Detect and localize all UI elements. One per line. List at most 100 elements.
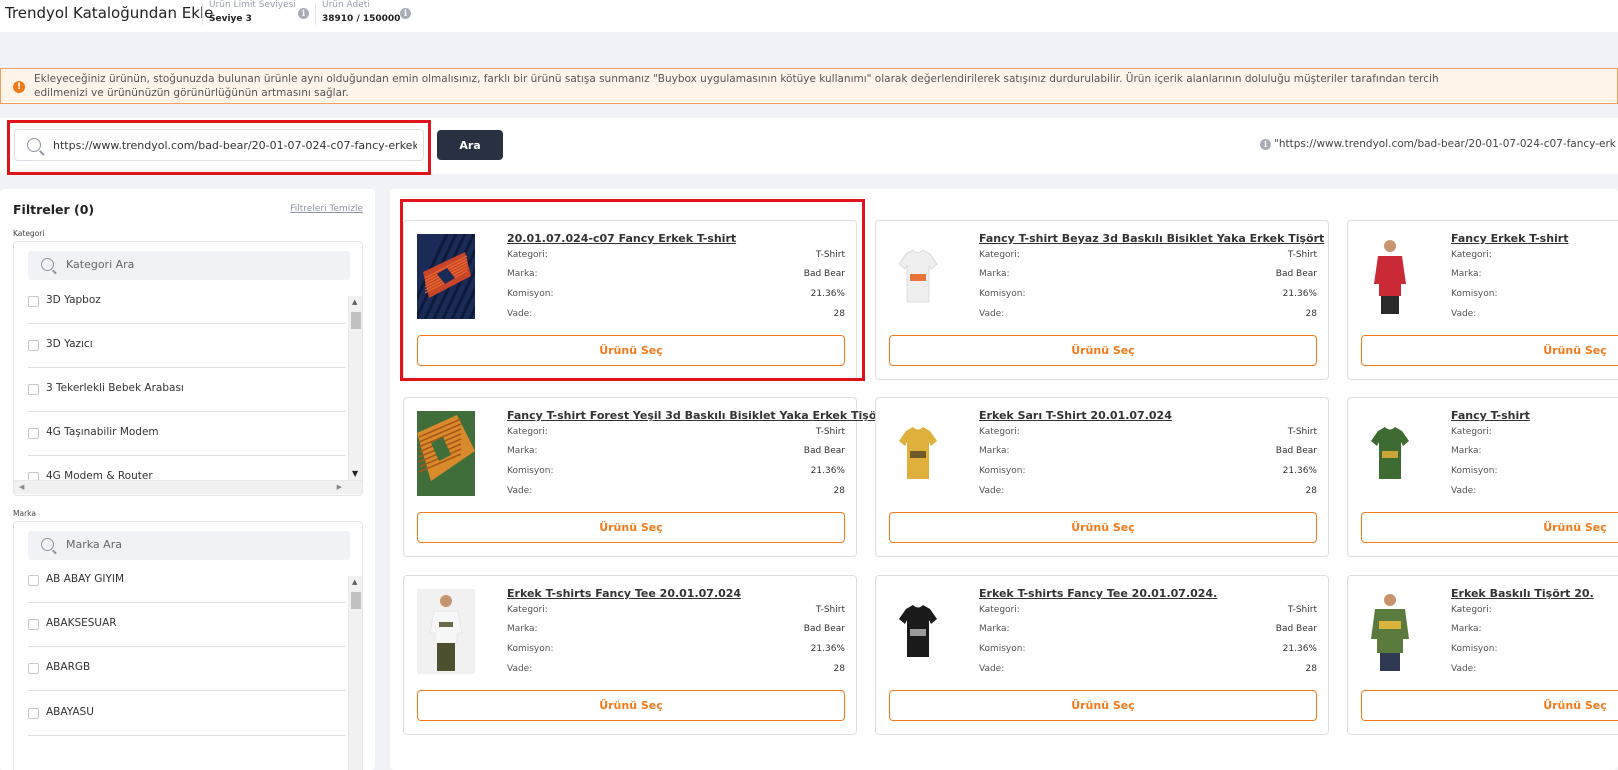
product-name-link[interactable]: Fancy T-shirt xyxy=(1451,409,1530,422)
category-row: Kategori: T-Shirt xyxy=(979,250,1317,264)
product-image[interactable] xyxy=(417,411,475,496)
brand-scrollbar[interactable]: ▲ xyxy=(348,576,362,770)
scroll-right-icon[interactable]: ▶ xyxy=(337,483,342,491)
brand-value: Bad Bear xyxy=(1275,446,1317,456)
category-option[interactable]: 4G Taşınabilir Modem xyxy=(28,412,346,456)
category-option[interactable]: 4G Modem & Router xyxy=(28,456,346,480)
select-product-button[interactable]: Ürünü Seç xyxy=(889,512,1317,543)
checkbox[interactable] xyxy=(28,619,39,630)
category-hscrollbar[interactable]: ◀ ▶ xyxy=(14,480,362,494)
select-product-button[interactable]: Ürünü Seç xyxy=(889,335,1317,366)
clear-filters-link[interactable]: Filtreleri Temizle xyxy=(290,204,363,214)
select-product-button[interactable]: Ürünü Seç xyxy=(1361,335,1618,366)
category-row: Kategori: T-Shirt xyxy=(979,427,1317,441)
term-row: Vade: xyxy=(1451,309,1618,323)
product-name-link[interactable]: Erkek T-shirts Fancy Tee 20.01.07.024 xyxy=(507,587,741,600)
brand-label: Marka xyxy=(13,509,36,518)
checkbox[interactable] xyxy=(28,340,39,351)
brand-option[interactable]: ABAKSESUAR xyxy=(28,603,346,647)
option-label: 3D Yapboz xyxy=(46,294,101,306)
checkbox[interactable] xyxy=(28,384,39,395)
select-product-button[interactable]: Ürünü Seç xyxy=(1361,690,1618,721)
category-key: Kategori: xyxy=(1451,605,1492,615)
product-image[interactable] xyxy=(889,589,947,674)
category-key: Kategori: xyxy=(1451,427,1492,437)
product-image[interactable] xyxy=(1361,589,1419,674)
category-search[interactable]: Kategori Ara xyxy=(28,251,350,280)
commission-key: Komisyon: xyxy=(979,466,1026,476)
term-value: 28 xyxy=(833,309,845,319)
checkbox[interactable] xyxy=(28,296,39,307)
checkbox[interactable] xyxy=(28,428,39,439)
term-key: Vade: xyxy=(979,486,1005,496)
select-product-button[interactable]: Ürünü Seç xyxy=(1361,512,1618,543)
scroll-down-icon[interactable]: ▼ xyxy=(352,469,358,478)
search-button[interactable]: Ara xyxy=(437,130,503,160)
product-card: Fancy Erkek T-shirt Kategori: Marka: Kom… xyxy=(1347,220,1618,380)
commission-key: Komisyon: xyxy=(979,644,1026,654)
select-product-button[interactable]: Ürünü Seç xyxy=(417,690,845,721)
brand-key: Marka: xyxy=(1451,446,1482,456)
product-name-link[interactable]: Fancy T-shirt Forest Yeşil 3d Baskılı Bi… xyxy=(507,409,887,422)
product-image[interactable] xyxy=(889,234,947,319)
product-name-link[interactable]: Fancy T-shirt Beyaz 3d Baskılı Bisiklet … xyxy=(979,232,1324,245)
category-scrollbar[interactable]: ▲ ▼ xyxy=(348,296,362,480)
brand-search[interactable]: Marka Ara xyxy=(28,531,350,560)
term-value: 28 xyxy=(833,486,845,496)
product-name-link[interactable]: Erkek Baskılı Tişört 20. xyxy=(1451,587,1594,600)
category-key: Kategori: xyxy=(507,250,548,260)
product-image[interactable] xyxy=(889,411,947,496)
brand-row: Marka: xyxy=(1451,446,1618,460)
product-name-link[interactable]: Erkek T-shirts Fancy Tee 20.01.07.024. xyxy=(979,587,1217,600)
select-product-button[interactable]: Ürünü Seç xyxy=(417,512,845,543)
select-product-button[interactable]: Ürünü Seç xyxy=(417,335,845,366)
category-option[interactable]: 3D Yazıcı xyxy=(28,324,346,368)
category-option[interactable]: 3 Tekerlekli Bebek Arabası xyxy=(28,368,346,412)
term-row: Vade: 28 xyxy=(507,664,845,678)
product-name-link[interactable]: Erkek Sarı T-Shirt 20.01.07.024 xyxy=(979,409,1172,422)
brand-row: Marka: Bad Bear xyxy=(507,624,845,638)
scroll-thumb[interactable] xyxy=(351,312,361,329)
category-row: Kategori: T-Shirt xyxy=(507,250,845,264)
brand-filter: Marka Ara AB ABAY GIYIM ABAKSESUAR ABARG… xyxy=(13,521,363,770)
filter-sidebar: Filtreler (0) Filtreleri Temizle Kategor… xyxy=(0,189,375,770)
brand-key: Marka: xyxy=(979,624,1010,634)
term-key: Vade: xyxy=(1451,486,1477,496)
header-divider xyxy=(315,3,316,25)
brand-row: Marka: Bad Bear xyxy=(979,446,1317,460)
search-bar: Ara i "https://www.trendyol.com/bad-bear… xyxy=(0,118,1618,175)
brand-key: Marka: xyxy=(979,446,1010,456)
category-row: Kategori: xyxy=(1451,250,1618,264)
checkbox[interactable] xyxy=(28,663,39,674)
product-image[interactable] xyxy=(417,589,475,674)
select-product-button[interactable]: Ürünü Seç xyxy=(889,690,1317,721)
product-image[interactable] xyxy=(1361,411,1419,496)
category-filter: Kategori Ara 3D Yapboz 3D Yazıcı 3 Teker… xyxy=(13,241,363,496)
scroll-left-icon[interactable]: ◀ xyxy=(19,483,24,491)
scroll-thumb[interactable] xyxy=(351,592,361,609)
brand-key: Marka: xyxy=(507,446,538,456)
brand-value: Bad Bear xyxy=(803,624,845,634)
product-card: Erkek Sarı T-Shirt 20.01.07.024 Kategori… xyxy=(875,397,1329,557)
checkbox[interactable] xyxy=(28,472,39,480)
commission-value: 21.36% xyxy=(810,644,845,654)
option-label: 4G Modem & Router xyxy=(46,470,153,480)
checkbox[interactable] xyxy=(28,708,39,719)
term-value: 28 xyxy=(1305,486,1317,496)
brand-option[interactable]: ABAYASU xyxy=(28,692,346,736)
product-name-link[interactable]: Fancy Erkek T-shirt xyxy=(1451,232,1569,245)
info-icon[interactable]: i xyxy=(400,8,411,19)
scroll-up-icon[interactable]: ▲ xyxy=(352,298,357,306)
commission-row: Komisyon: 21.36% xyxy=(979,644,1317,658)
category-option[interactable]: 3D Yapboz xyxy=(28,280,346,324)
category-row: Kategori: xyxy=(1451,605,1618,619)
info-icon[interactable]: i xyxy=(298,8,309,19)
product-image[interactable] xyxy=(1361,234,1419,319)
scroll-up-icon[interactable]: ▲ xyxy=(352,578,357,586)
commission-row: Komisyon: 21.36% xyxy=(507,466,845,480)
product-name-link[interactable]: 20.01.07.024-c07 Fancy Erkek T-shirt xyxy=(507,232,736,245)
brand-option[interactable]: ABARGB xyxy=(28,647,346,691)
product-image[interactable] xyxy=(417,234,475,319)
brand-option[interactable]: AB ABAY GIYIM xyxy=(28,559,346,603)
checkbox[interactable] xyxy=(28,575,39,586)
